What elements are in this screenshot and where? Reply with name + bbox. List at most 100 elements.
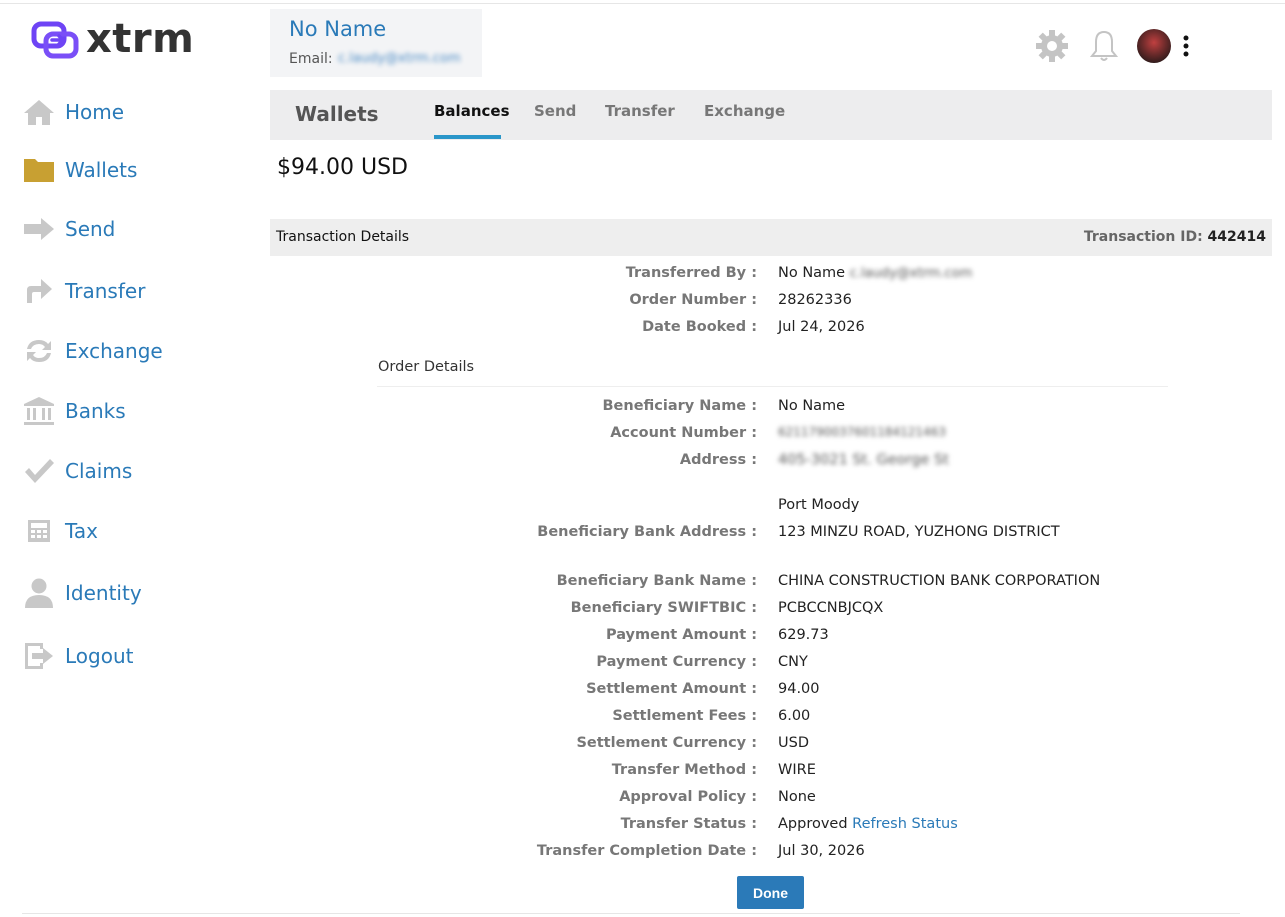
done-button[interactable]: Done xyxy=(737,876,804,909)
tab-balances[interactable]: Balances xyxy=(434,102,510,120)
sidebar-item-identity[interactable]: Identity xyxy=(22,573,142,613)
sidebar-item-exchange[interactable]: Exchange xyxy=(22,331,163,371)
field-beneficiary-name: Beneficiary Name No Name xyxy=(270,398,1272,420)
field-value: No Name c.laudy@xtrm.com xyxy=(778,265,972,281)
sidebar-item-label: Tax xyxy=(65,519,98,543)
transaction-id: Transaction ID: 442414 xyxy=(1084,229,1266,245)
top-divider xyxy=(0,3,1285,4)
field-value: 405-3021 St. George St xyxy=(778,452,949,468)
wallet-tabbar: Wallets Balances Send Transfer Exchange xyxy=(270,90,1272,140)
sidebar-item-claims[interactable]: Claims xyxy=(22,451,132,491)
avatar[interactable] xyxy=(1136,28,1172,64)
user-name: No Name xyxy=(289,17,387,41)
field-label: Beneficiary Name xyxy=(602,398,757,414)
field-value: PCBCCNBJCQX xyxy=(778,600,884,616)
sidebar-item-tax[interactable]: Tax xyxy=(22,511,98,551)
field-label: Address xyxy=(680,452,757,468)
logo-text: xtrm xyxy=(86,16,195,62)
field-label: Settlement Fees xyxy=(612,708,757,724)
sidebar-item-transfer[interactable]: Transfer xyxy=(22,271,145,311)
sidebar-item-label: Banks xyxy=(65,399,126,423)
field-transfer-status: Transfer Status Approved Refresh Status xyxy=(270,816,1272,838)
transfer-arrow-icon xyxy=(22,274,56,308)
gear-icon[interactable] xyxy=(1034,28,1070,64)
field-value: None xyxy=(778,789,816,805)
sidebar-item-logout[interactable]: Logout xyxy=(22,636,133,676)
field-label: Date Booked xyxy=(642,319,757,335)
field-value: Jul 30, 2026 xyxy=(778,843,865,859)
order-details-divider xyxy=(377,386,1168,387)
calculator-icon xyxy=(22,514,56,548)
field-settlement-currency: Settlement Currency USD xyxy=(270,735,1272,757)
field-address-city: Port Moody xyxy=(270,497,1272,519)
field-value: CHINA CONSTRUCTION BANK CORPORATION xyxy=(778,573,1101,589)
order-details-title: Order Details xyxy=(378,359,475,375)
person-icon xyxy=(22,576,56,610)
folder-icon xyxy=(22,153,56,187)
sidebar-item-send[interactable]: Send xyxy=(22,209,115,249)
user-email: c.laudy@xtrm.com xyxy=(338,51,461,66)
kebab-menu-icon[interactable] xyxy=(1176,28,1196,64)
bell-icon[interactable] xyxy=(1086,28,1122,64)
transferred-by-email: c.laudy@xtrm.com xyxy=(849,266,973,281)
xtrm-logo-icon xyxy=(31,21,79,59)
field-approval-policy: Approval Policy None xyxy=(270,789,1272,811)
wallet-balance: $94.00 USD xyxy=(277,155,408,180)
sidebar-item-home[interactable]: Home xyxy=(22,92,124,132)
field-label: Transferred By xyxy=(626,265,757,281)
tab-exchange[interactable]: Exchange xyxy=(704,102,785,120)
field-label: Payment Amount xyxy=(606,627,757,643)
tab-transfer[interactable]: Transfer xyxy=(605,102,675,120)
field-value: 6211790037601184121463 xyxy=(778,425,946,439)
field-value: 28262336 xyxy=(778,292,852,308)
field-label: Beneficiary SWIFTBIC xyxy=(571,600,757,616)
field-value: Jul 24, 2026 xyxy=(778,319,865,335)
field-value: No Name xyxy=(778,398,846,414)
field-value: 94.00 xyxy=(778,681,820,697)
field-settlement-fees: Settlement Fees 6.00 xyxy=(270,708,1272,730)
xtrm-logo[interactable]: xtrm xyxy=(30,14,194,64)
field-value: Approved Refresh Status xyxy=(778,816,958,832)
transaction-id-label: Transaction ID: xyxy=(1083,229,1203,245)
field-label: Beneficiary Bank Address xyxy=(537,524,757,540)
transaction-details-header: Transaction Details Transaction ID: 4424… xyxy=(270,219,1272,256)
field-value: Port Moody xyxy=(778,497,860,513)
sidebar-item-label: Send xyxy=(65,217,116,241)
sidebar-item-label: Exchange xyxy=(65,339,163,363)
transfer-status-value: Approved xyxy=(778,816,848,832)
section-title: Transaction Details xyxy=(276,229,410,245)
sidebar-item-banks[interactable]: Banks xyxy=(22,391,126,431)
sidebar-item-label: Logout xyxy=(65,644,134,668)
field-label: Account Number xyxy=(610,425,757,441)
transferred-by-name: No Name xyxy=(778,265,846,281)
refresh-status-link[interactable]: Refresh Status xyxy=(852,816,958,832)
field-label: Payment Currency xyxy=(596,654,757,670)
field-transfer-method: Transfer Method WIRE xyxy=(270,762,1272,784)
field-beneficiary-bank-name: Beneficiary Bank Name CHINA CONSTRUCTION… xyxy=(270,573,1272,595)
field-label: Transfer Method xyxy=(612,762,757,778)
field-value: 123 MINZU ROAD, YUZHONG DISTRICT xyxy=(778,524,1060,540)
tab-send[interactable]: Send xyxy=(534,102,576,120)
field-payment-currency: Payment Currency CNY xyxy=(270,654,1272,676)
field-address: Address 405-3021 St. George St xyxy=(270,452,1272,474)
field-label: Settlement Amount xyxy=(586,681,757,697)
field-value: 629.73 xyxy=(778,627,829,643)
bank-icon xyxy=(22,394,56,428)
bottom-divider xyxy=(22,913,1240,914)
user-card[interactable]: No Name Email: c.laudy@xtrm.com xyxy=(270,9,482,77)
field-label: Order Number xyxy=(629,292,757,308)
home-icon xyxy=(22,95,56,129)
logout-icon xyxy=(22,639,56,673)
field-label: Settlement Currency xyxy=(576,735,757,751)
field-transfer-completion-date: Transfer Completion Date Jul 30, 2026 xyxy=(270,843,1272,865)
sidebar-item-wallets[interactable]: Wallets xyxy=(22,150,137,190)
field-label: Transfer Completion Date xyxy=(537,843,757,859)
field-label: Approval Policy xyxy=(619,789,757,805)
field-value: CNY xyxy=(778,654,808,670)
email-label: Email: xyxy=(289,51,333,67)
sidebar-item-label: Home xyxy=(65,100,125,124)
field-account-number: Account Number 6211790037601184121463 xyxy=(270,425,1272,447)
field-transferred-by: Transferred By No Name c.laudy@xtrm.com xyxy=(270,265,1272,287)
active-tab-indicator xyxy=(434,135,501,139)
field-value: 6.00 xyxy=(778,708,811,724)
